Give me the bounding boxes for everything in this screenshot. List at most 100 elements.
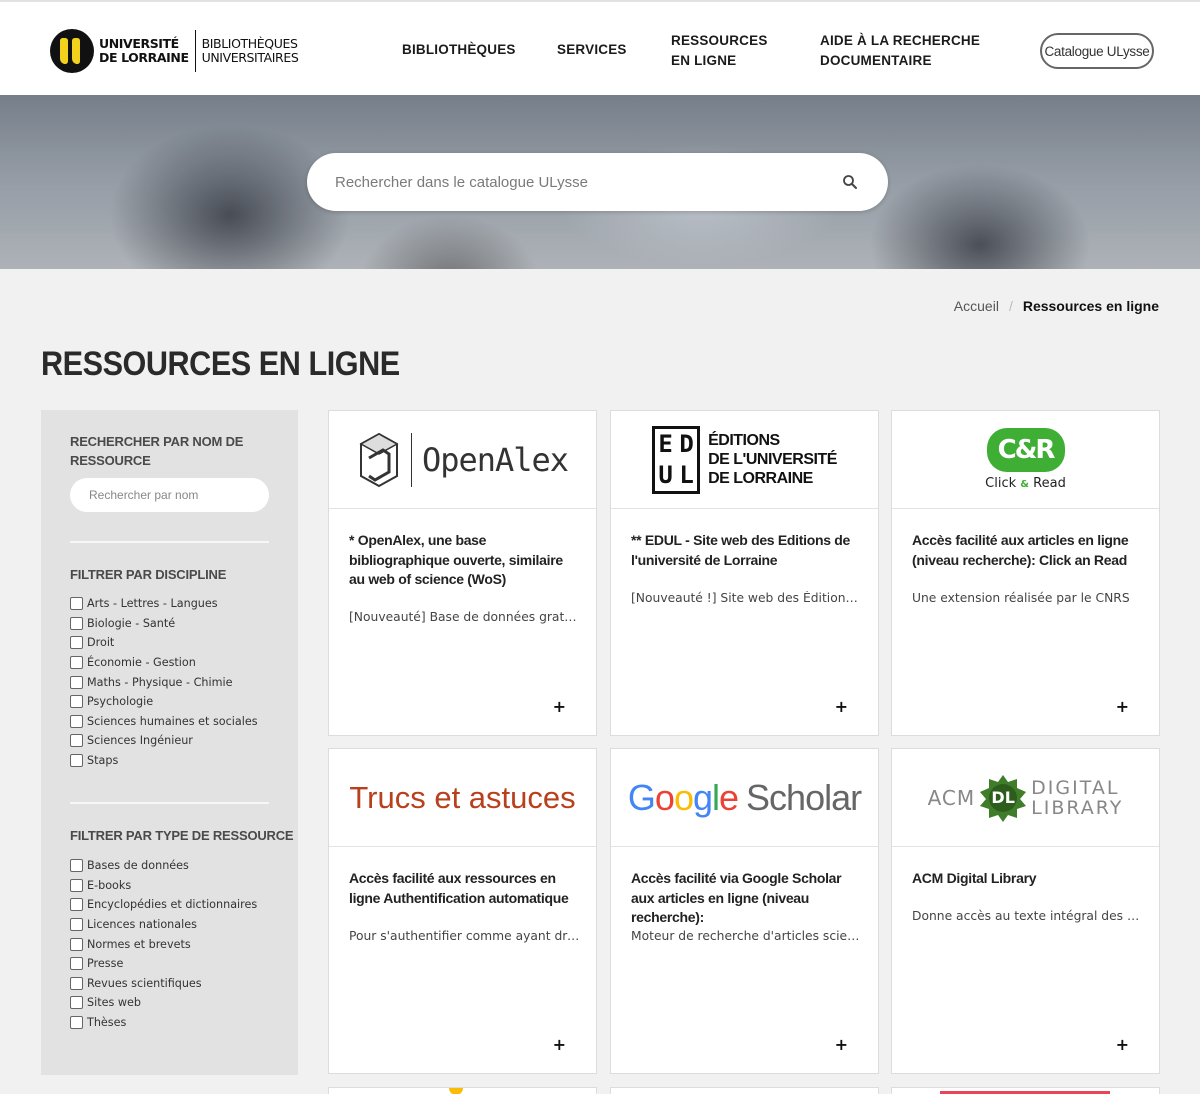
checkbox[interactable] [70,597,83,611]
card-description: [Nouveauté !] Site web des Éditions de l… [631,591,863,605]
ul-logo-icon [50,29,94,73]
checkbox[interactable] [70,1016,83,1030]
resource-card-trucs-astuces[interactable]: Trucs et astuces Accès facilité aux ress… [328,748,597,1074]
discipline-option[interactable]: Maths - Physique - Chimie [70,672,258,692]
edul-logo: ED UL ÉDITIONS DE L'UNIVERSITÉ DE LORRAI… [611,411,878,509]
type-option[interactable]: E-books [70,876,257,896]
checkbox[interactable] [70,898,83,912]
expand-plus-button[interactable]: + [835,697,848,716]
logo-library-name: BIBLIOTHÈQUES UNIVERSITAIRES [201,36,299,65]
expand-plus-button[interactable]: + [835,1035,848,1054]
resource-card-google-scholar[interactable]: Google Scholar Accès facilité via Google… [610,748,879,1074]
card-description: Pour s'authentifier comme ayant droit [349,929,581,943]
discipline-option[interactable]: Staps [70,751,258,771]
google-wordmark: Google [627,776,739,818]
sidebar-divider [70,802,269,804]
resource-card-partial[interactable] [610,1087,879,1094]
resource-card-partial[interactable] [328,1087,597,1094]
nav-bibliotheques[interactable]: BIBLIOTHÈQUES [402,40,516,60]
catalogue-search-input[interactable] [335,167,835,197]
logo-divider [194,30,196,72]
trucs-astuces-logo: Trucs et astuces [329,749,596,847]
checkbox[interactable] [70,754,83,768]
page-title: RESSOURCES EN LIGNE [41,345,400,383]
checkbox[interactable] [70,636,83,650]
nav-ressources-en-ligne[interactable]: RESSOURCES EN LIGNE [671,31,768,71]
type-option[interactable]: Sites web [70,993,257,1013]
checkbox[interactable] [70,878,83,892]
card-title[interactable]: ** EDUL - Site web des Editions de l'uni… [631,531,863,570]
discipline-option[interactable]: Sciences Ingénieur [70,731,258,751]
card-title[interactable]: Accès facilité via Google Scholar aux ar… [631,869,863,928]
edul-logo-text: ÉDITIONS DE L'UNIVERSITÉ DE LORRAINE [708,432,837,487]
checkbox[interactable] [70,976,83,990]
type-filter-list: Bases de données E-books Encyclopédies e… [70,856,257,1032]
discipline-option[interactable]: Psychologie [70,692,258,712]
expand-plus-button[interactable]: + [553,1035,566,1054]
type-filter-heading: FILTRER PAR TYPE DE RESSOURCE [70,828,294,843]
hero-banner [0,95,1200,269]
card-title[interactable]: * OpenAlex, une base bibliographique ouv… [349,531,581,590]
click-read-badge-icon: C&R [986,428,1065,472]
card-description: Donne accès au texte intégral des articl… [912,909,1144,923]
click-read-wordmark: Click & Read [985,476,1066,491]
catalogue-ulysse-button[interactable]: Catalogue ULysse [1040,33,1154,69]
discipline-option[interactable]: Droit [70,633,258,653]
type-option[interactable]: Presse [70,954,257,974]
card-description: [Nouveauté] Base de données gratuite et … [349,610,581,624]
card-title[interactable]: Accès facilité aux ressources en ligne A… [349,869,581,908]
checkbox[interactable] [70,656,83,670]
resource-card-partial[interactable] [891,1087,1160,1094]
type-option[interactable]: Licences nationales [70,915,257,935]
checkbox[interactable] [70,937,83,951]
sidebar-divider [70,541,269,543]
checkbox[interactable] [70,859,83,873]
type-option[interactable]: Revues scientifiques [70,974,257,994]
filter-sidebar: RECHERCHER PAR NOM DE RESSOURCE FILTRER … [41,410,298,1075]
expand-plus-button[interactable]: + [1116,697,1129,716]
discipline-option[interactable]: Économie - Gestion [70,653,258,673]
expand-plus-button[interactable]: + [1116,1035,1129,1054]
resource-card-acm[interactable]: ACM DL DIGITAL LIBRARY ACM Digital Libra… [891,748,1160,1074]
type-option[interactable]: Normes et brevets [70,934,257,954]
expand-plus-button[interactable]: + [553,697,566,716]
click-read-logo: C&R Click & Read [892,411,1159,509]
openalex-logo: OpenAlex [329,411,596,509]
discipline-option[interactable]: Arts - Lettres - Langues [70,594,258,614]
edul-mark-icon: ED UL [652,425,701,494]
checkbox[interactable] [70,734,83,748]
resource-card-click-read[interactable]: C&R Click & Read Accès facilité aux arti… [891,410,1160,736]
checkbox[interactable] [70,616,83,630]
checkbox[interactable] [70,918,83,932]
checkbox[interactable] [70,675,83,689]
breadcrumb-current: Ressources en ligne [1022,298,1159,314]
site-header: UNIVERSITÉ DE LORRAINE BIBLIOTHÈQUES UNI… [0,0,1200,95]
resource-card-edul[interactable]: ED UL ÉDITIONS DE L'UNIVERSITÉ DE LORRAI… [610,410,879,736]
acm-dl-wordmark: DIGITAL LIBRARY [1031,776,1124,819]
resource-card-openalex[interactable]: OpenAlex * OpenAlex, une base bibliograp… [328,410,597,736]
search-icon[interactable] [842,174,858,190]
type-option[interactable]: Thèses [70,1013,257,1033]
nav-aide-recherche[interactable]: AIDE À LA RECHERCHE DOCUMENTAIRE [820,31,980,71]
partial-logo-icon [449,1088,463,1094]
breadcrumb-home[interactable]: Accueil [954,298,999,314]
acm-dl-logo: ACM DL DIGITAL LIBRARY [892,749,1159,847]
checkbox[interactable] [70,996,83,1010]
card-description: Une extension réalisée par le CNRS [912,591,1130,605]
openalex-cube-icon [359,432,399,487]
nav-services[interactable]: SERVICES [557,40,627,60]
card-title[interactable]: ACM Digital Library [912,869,1144,889]
resource-name-search-input[interactable] [70,478,269,512]
checkbox[interactable] [70,695,83,709]
type-option[interactable]: Bases de données [70,856,257,876]
discipline-filter-heading: FILTRER PAR DISCIPLINE [70,567,227,582]
openalex-logo-divider [410,432,412,487]
checkbox[interactable] [70,957,83,971]
google-scholar-logo: Google Scholar [611,749,878,847]
university-logo[interactable]: UNIVERSITÉ DE LORRAINE BIBLIOTHÈQUES UNI… [50,28,299,74]
card-title[interactable]: Accès facilité aux articles en ligne (ni… [912,531,1144,570]
type-option[interactable]: Encyclopédies et dictionnaires [70,895,257,915]
checkbox[interactable] [70,714,83,728]
discipline-option[interactable]: Biologie - Santé [70,614,258,634]
discipline-option[interactable]: Sciences humaines et sociales [70,712,258,732]
